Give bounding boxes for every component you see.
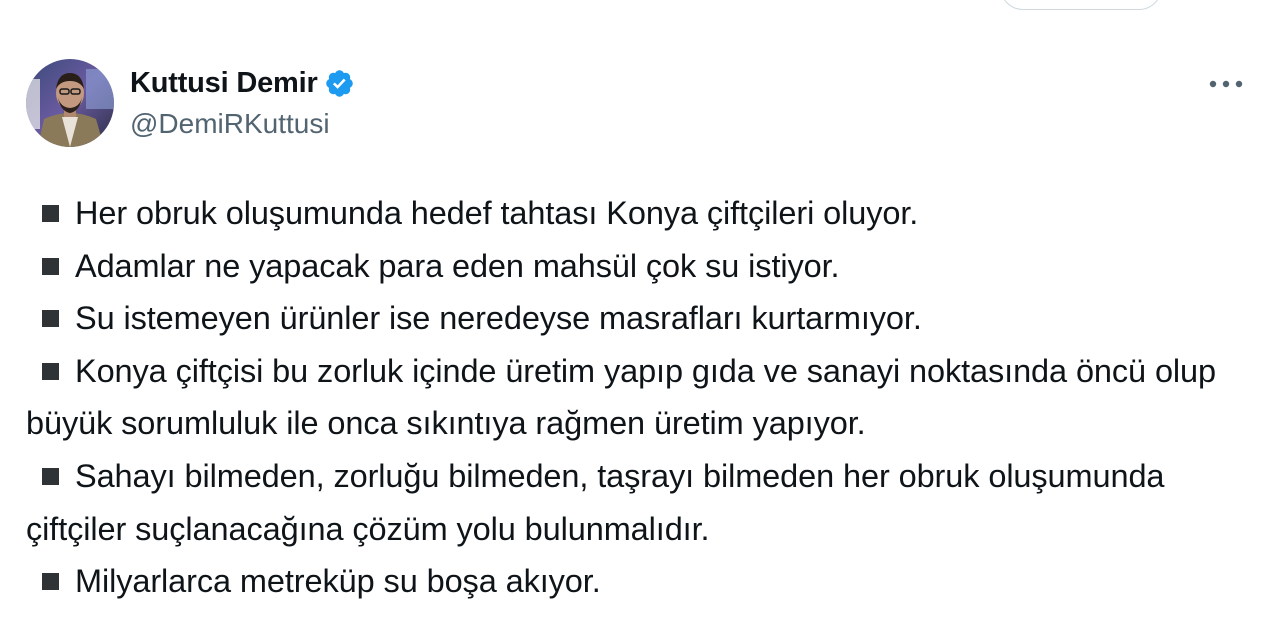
- tweet-line: Adamlar ne yapacak para eden mahsül çok …: [26, 240, 1256, 293]
- verified-badge-icon[interactable]: [324, 68, 355, 99]
- display-name[interactable]: Kuttusi Demir: [130, 67, 318, 100]
- black-square-icon: [42, 362, 59, 380]
- tweet-line: Konya çiftçisi bu zorluk içinde üretim y…: [26, 345, 1256, 450]
- tweet-line-text: Milyarlarca metreküp su boşa akıyor.: [75, 563, 601, 600]
- name-row: Kuttusi Demir: [130, 64, 355, 102]
- tweet-line-text: Su istemeyen ürünler ise neredeyse masra…: [75, 300, 922, 337]
- tweet-line-text: Konya çiftçisi bu zorluk içinde üretim y…: [26, 352, 1216, 442]
- tweet-text: Her obruk oluşumunda hedef tahtası Konya…: [26, 187, 1256, 608]
- tweet-line: Su istemeyen ürünler ise neredeyse masra…: [26, 292, 1256, 345]
- avatar-photo: [26, 59, 114, 147]
- tweet-line: Sahayı bilmeden, zorluğu bilmeden, taşra…: [26, 450, 1256, 555]
- author-block: Kuttusi Demir @DemiRKuttusi: [130, 64, 355, 140]
- user-handle[interactable]: @DemiRKuttusi: [130, 108, 355, 140]
- tweet-line: Her obruk oluşumunda hedef tahtası Konya…: [26, 187, 1256, 240]
- follow-button[interactable]: [1000, 0, 1162, 10]
- tweet-line-text: Her obruk oluşumunda hedef tahtası Konya…: [75, 195, 919, 231]
- black-square-icon: [42, 310, 59, 328]
- tweet-line-text: Sahayı bilmeden, zorluğu bilmeden, taşra…: [26, 457, 1165, 547]
- black-square-icon: [42, 467, 59, 485]
- tweet-line-text: Adamlar ne yapacak para eden mahsül çok …: [75, 247, 840, 284]
- tweet-line: Milyarlarca metreküp su boşa akıyor.: [26, 555, 1256, 608]
- black-square-icon: [42, 205, 59, 222]
- avatar[interactable]: [26, 59, 114, 147]
- black-square-icon: [42, 257, 59, 275]
- more-options-button[interactable]: [1204, 70, 1248, 98]
- black-square-icon: [42, 573, 59, 591]
- more-horizontal-icon: [1209, 80, 1243, 88]
